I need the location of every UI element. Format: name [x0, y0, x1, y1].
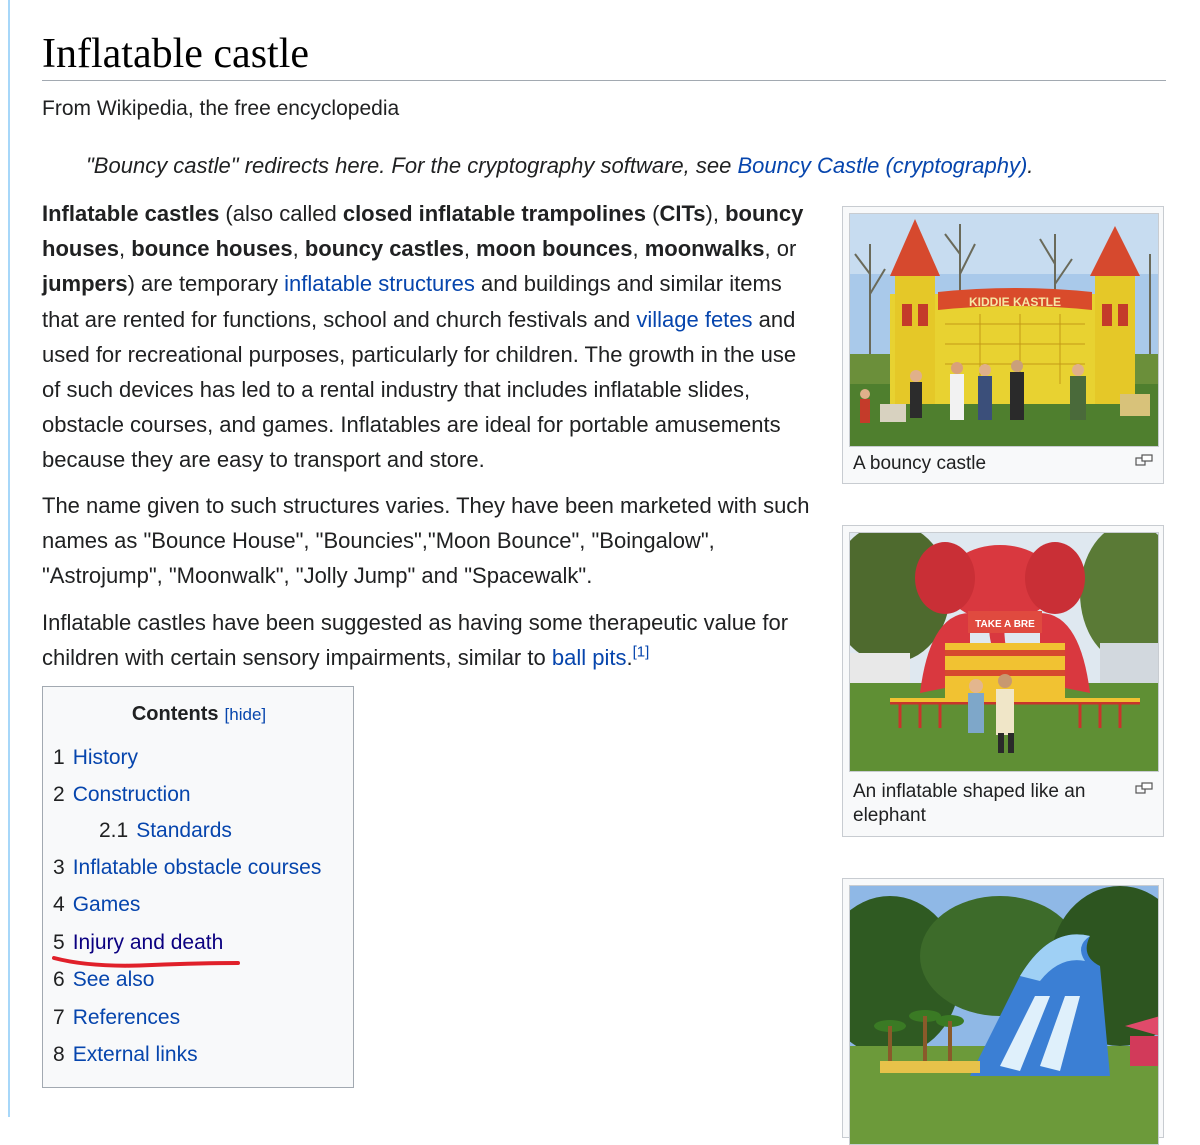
title-divider: [42, 80, 1166, 81]
toc-number: 3: [53, 856, 65, 879]
toc-number: 4: [53, 893, 65, 916]
therapy-paragraph: Inflatable castles have been suggested a…: [42, 605, 814, 675]
text-run: (: [646, 201, 660, 226]
toc-link[interactable]: References: [73, 1006, 180, 1029]
text-run: ,: [463, 236, 477, 262]
toc-item[interactable]: 2.1 Standards: [99, 818, 232, 844]
page-title: Inflatable castle: [42, 31, 310, 77]
bold-term: moon bounces: [476, 236, 633, 262]
bold-term: CITs: [659, 201, 706, 226]
toc-number: 7: [53, 1006, 65, 1029]
castle-sign-text: KIDDIE KASTLE: [969, 295, 1061, 309]
toc-title: Contents: [131, 703, 219, 725]
bold-term: Inflatable castles: [42, 201, 220, 226]
thumbnail-bouncy-castle: KIDDIE KASTLE A bouncy castle: [842, 206, 1164, 484]
red-underline-annotation: [52, 956, 240, 968]
hatnote-text: "Bouncy castle" redirects here. For the …: [86, 153, 738, 178]
toc-link[interactable]: Standards: [136, 819, 232, 842]
site-tagline: From Wikipedia, the free encyclopedia: [42, 97, 400, 120]
toc-hide-toggle[interactable]: [hide]: [225, 705, 267, 724]
link-village-fetes[interactable]: village fetes: [636, 307, 752, 332]
toc-number: 8: [53, 1043, 65, 1066]
toc-item[interactable]: 7 References: [53, 1005, 180, 1031]
elephant-inflatable-image[interactable]: TAKE A BRE: [849, 532, 1159, 772]
thumbnail-water-slide: [842, 878, 1164, 1145]
elephant-sign-text: TAKE A BRE: [975, 619, 1035, 630]
table-of-contents: Contents [hide] 1 History 2 Construction 2.1 S…: [42, 686, 354, 1088]
toc-number: 2: [53, 783, 65, 806]
toc-header: Contents [hide]: [43, 703, 355, 726]
water-slide-image[interactable]: [849, 885, 1159, 1145]
reference-link[interactable]: [1]: [633, 644, 650, 661]
hatnote: "Bouncy castle" redirects here. For the …: [86, 152, 1033, 180]
bold-term: bounce houses: [131, 236, 293, 262]
thumbnail-caption: An inflatable shaped like an elephant: [853, 781, 1086, 826]
text-run: ),: [705, 201, 726, 226]
toc-item[interactable]: 2 Construction: [53, 782, 191, 808]
bold-term: jumpers: [42, 271, 128, 297]
toc-link[interactable]: External links: [73, 1043, 198, 1066]
intro-paragraph: Inflatable castles (also called closed i…: [42, 196, 814, 478]
names-paragraph: The name given to such structures varies…: [42, 493, 810, 589]
toc-number: 2.1: [99, 819, 129, 842]
toc-item[interactable]: 3 Inflatable obstacle courses: [53, 855, 321, 881]
toc-item[interactable]: 1 History: [53, 745, 138, 771]
text-run: ,: [119, 236, 132, 262]
text-run: ,: [292, 236, 305, 262]
bold-term: bouncy castles: [304, 236, 464, 262]
bold-term: moonwalks: [644, 236, 765, 262]
hatnote-end: .: [1027, 153, 1034, 178]
toc-item[interactable]: 8 External links: [53, 1042, 198, 1068]
text-run: ) are temporary: [127, 271, 285, 297]
toc-link[interactable]: Games: [73, 893, 141, 916]
text-run: ,: [632, 236, 645, 262]
text-run: (also called: [219, 201, 343, 226]
enlarge-icon[interactable]: [1135, 454, 1153, 466]
link-inflatable-structures[interactable]: inflatable structures: [284, 271, 475, 296]
page-left-border: [8, 0, 10, 1117]
thumbnail-elephant: TAKE A BRE An inflatable shaped like an …: [842, 525, 1164, 837]
bold-term: closed inflatable trampolines: [342, 201, 647, 226]
toc-item[interactable]: 4 Games: [53, 892, 140, 918]
hatnote-link[interactable]: Bouncy Castle (cryptography): [737, 153, 1027, 178]
text-run: Inflatable castles have been suggested a…: [42, 610, 789, 671]
toc-link[interactable]: Construction: [73, 783, 191, 806]
toc-number: 1: [53, 746, 65, 769]
link-ball-pits[interactable]: ball pits: [552, 645, 627, 670]
bouncy-castle-image[interactable]: KIDDIE KASTLE: [849, 213, 1159, 447]
toc-link[interactable]: History: [73, 746, 138, 769]
toc-link[interactable]: Inflatable obstacle courses: [73, 856, 322, 879]
text-run: , or: [764, 236, 797, 262]
thumbnail-caption: A bouncy castle: [853, 453, 987, 474]
enlarge-icon[interactable]: [1135, 782, 1153, 794]
